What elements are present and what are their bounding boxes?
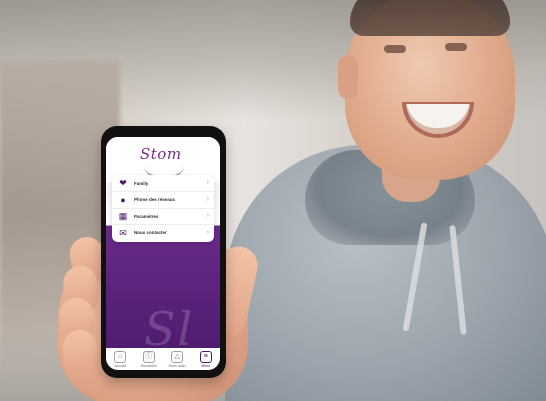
nav-label: Nouvelles — [140, 363, 157, 368]
app-logo: Stom — [140, 145, 182, 163]
bottom-navigation: ⌂ Accueil ⓘ Nouvelles △ Nous aider ≡ Men… — [106, 348, 220, 370]
menu-list: ❤ Family › ● Phone des réseaux › ▦ Param… — [112, 175, 214, 242]
nav-label: Menu — [201, 363, 211, 368]
chevron-right-icon: › — [206, 228, 209, 236]
envelope-icon: ✉ — [119, 227, 127, 238]
grid-icon: ▦ — [118, 211, 128, 221]
chevron-right-icon: › — [206, 212, 209, 219]
home-icon: ⌂ — [114, 350, 127, 363]
eye — [445, 43, 467, 51]
nav-label: Nous aider — [168, 363, 186, 368]
pin-icon: ● — [120, 194, 126, 205]
chevron-right-icon: › — [206, 179, 209, 186]
menu-item-label: Family — [134, 180, 149, 186]
menu-item-label: Nous contacter — [134, 230, 167, 235]
nav-item-news[interactable]: ⓘ Nouvelles — [136, 348, 162, 370]
menu-item-settings[interactable]: ▦ Paramètres › — [112, 208, 214, 225]
menu-item-contact[interactable]: ✉ Nous contacter › — [112, 225, 214, 241]
finger — [62, 329, 98, 379]
menu-item-networks[interactable]: ● Phone des réseaux › — [112, 192, 214, 209]
nav-label: Accueil — [114, 363, 127, 368]
menu-item-label: Paramètres — [134, 213, 159, 219]
chevron-right-icon: › — [206, 195, 209, 203]
menu-icon: ≡ — [199, 350, 212, 363]
hair — [350, 0, 510, 36]
eye — [384, 45, 406, 53]
ear — [338, 55, 358, 99]
alert-icon: △ — [171, 350, 184, 363]
phone-screen: Stom ❤ Family › ● Phone des réseaux › ▦ … — [106, 137, 220, 370]
menu-item-label: Phone des réseaux — [134, 197, 176, 202]
heart-icon: ❤ — [119, 178, 127, 188]
nav-item-home[interactable]: ⌂ Accueil — [107, 348, 133, 370]
info-icon: ⓘ — [142, 350, 155, 363]
photo-scene: Stom ❤ Family › ● Phone des réseaux › ▦ … — [0, 0, 546, 401]
menu-item-family[interactable]: ❤ Family › — [112, 175, 214, 192]
nav-item-help[interactable]: △ Nous aider — [164, 348, 190, 370]
nav-item-menu[interactable]: ≡ Menu — [193, 348, 219, 370]
